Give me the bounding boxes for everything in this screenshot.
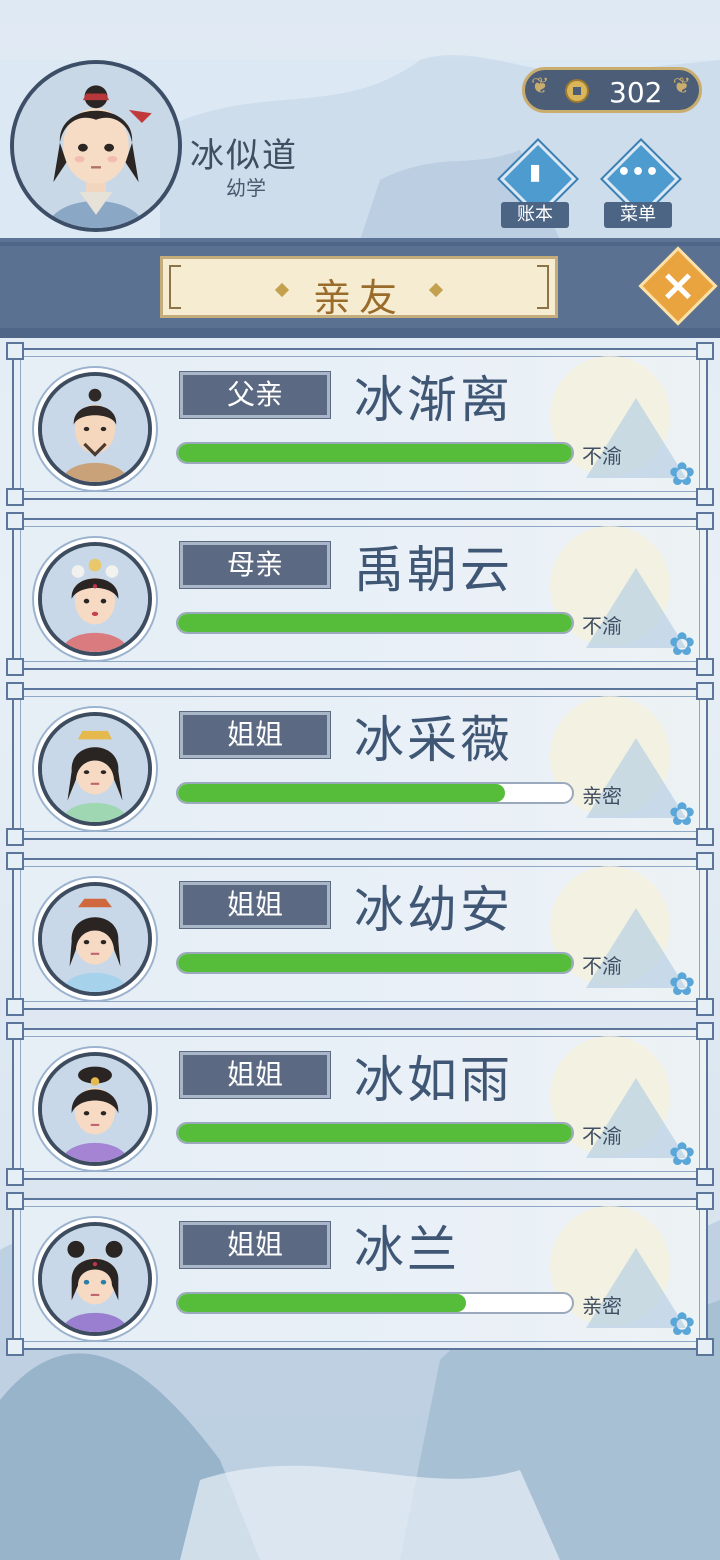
player-name: 冰似道 xyxy=(190,136,298,176)
ledger-button-label: 账本 xyxy=(501,202,569,228)
affinity-status: 不渝 xyxy=(582,954,622,978)
affinity-status: 不渝 xyxy=(582,444,622,468)
page-title-bar: 亲友 × xyxy=(0,238,720,338)
affinity-status: 亲密 xyxy=(582,784,622,808)
coin-counter: ❦ 302 ❦ xyxy=(522,67,702,113)
affinity-bar xyxy=(176,952,574,974)
relation-tag: 姐姐 xyxy=(179,1221,331,1269)
menu-button-label: 菜单 xyxy=(604,202,672,228)
flower-icon: ✿ xyxy=(668,965,696,1003)
affinity-status: 亲密 xyxy=(582,1294,622,1318)
flower-icon: ✿ xyxy=(668,1305,696,1343)
menu-button[interactable]: ••• 菜单 xyxy=(598,140,680,230)
coin-icon xyxy=(565,79,589,103)
ledger-button[interactable]: ▮ 账本 xyxy=(495,140,577,230)
relative-name: 冰如雨 xyxy=(354,1051,513,1109)
relation-tag: 父亲 xyxy=(179,371,331,419)
affinity-bar xyxy=(176,612,574,634)
flower-icon: ✿ xyxy=(668,795,696,833)
relative-card-4[interactable]: ✿ 姐姐 冰如雨 不渝 xyxy=(6,1022,714,1186)
relative-name: 冰采薇 xyxy=(354,711,513,769)
relative-card-3[interactable]: ✿ 姐姐 冰幼安 不渝 xyxy=(6,852,714,1016)
relative-name: 冰幼安 xyxy=(354,881,513,939)
affinity-bar xyxy=(176,782,574,804)
relative-card-1[interactable]: ✿ 母亲 禹朝云 不渝 xyxy=(6,512,714,676)
affinity-bar xyxy=(176,1122,574,1144)
flower-icon: ✿ xyxy=(668,625,696,663)
ledger-icon: ▮ xyxy=(528,160,542,185)
relative-avatar[interactable] xyxy=(38,542,152,656)
relation-tag: 姐姐 xyxy=(179,881,331,929)
relative-avatar[interactable] xyxy=(38,1222,152,1336)
player-avatar[interactable] xyxy=(10,60,182,232)
affinity-status: 不渝 xyxy=(582,1124,622,1148)
player-rank: 幼学 xyxy=(226,176,266,200)
relative-name: 禹朝云 xyxy=(354,541,513,599)
player-header: 冰似道 幼学 ❦ 302 ❦ ▮ 账本 ••• 菜单 xyxy=(0,0,720,240)
relative-card-0[interactable]: ✿ 父亲 冰渐离 不渝 xyxy=(6,342,714,506)
relative-name: 冰兰 xyxy=(354,1221,460,1279)
affinity-bar xyxy=(176,1292,574,1314)
relative-avatar[interactable] xyxy=(38,882,152,996)
bamboo-icon: ❦ xyxy=(531,74,550,99)
close-icon[interactable]: × xyxy=(650,260,706,316)
relation-tag: 姐姐 xyxy=(179,1051,331,1099)
flower-icon: ✿ xyxy=(668,1135,696,1173)
page-title: 亲友 xyxy=(312,276,405,320)
relative-avatar[interactable] xyxy=(38,1052,152,1166)
relation-tag: 姐姐 xyxy=(179,711,331,759)
flower-icon: ✿ xyxy=(668,455,696,493)
page-title-plate: 亲友 xyxy=(160,256,558,320)
relative-avatar[interactable] xyxy=(38,712,152,826)
affinity-status: 不渝 xyxy=(582,614,622,638)
relative-name: 冰渐离 xyxy=(354,371,513,429)
coin-value: 302 xyxy=(609,76,663,109)
relative-avatar[interactable] xyxy=(38,372,152,486)
relative-card-2[interactable]: ✿ 姐姐 冰采薇 亲密 xyxy=(6,682,714,846)
bamboo-icon: ❦ xyxy=(672,74,691,99)
relative-card-5[interactable]: ✿ 姐姐 冰兰 亲密 xyxy=(6,1192,714,1356)
menu-dots-icon: ••• xyxy=(616,160,660,185)
affinity-bar xyxy=(176,442,574,464)
relation-tag: 母亲 xyxy=(179,541,331,589)
